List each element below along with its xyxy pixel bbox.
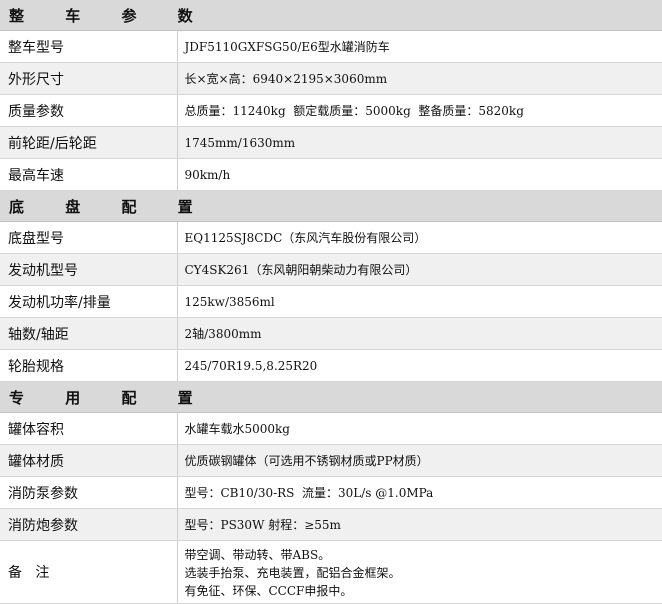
- row-label: 轴数/轴距: [0, 317, 178, 350]
- row-value: 水罐车载水5000kg: [177, 412, 662, 445]
- row-label: 罐体材质: [0, 444, 178, 477]
- row-label: 消防泵参数: [0, 476, 178, 509]
- row-value: 总质量：11240kg 额定载质量：5000kg 整备质量：5820kg: [177, 94, 662, 127]
- notes-label: 备 注: [0, 540, 178, 604]
- section-special-header: 专 用 配 置: [0, 381, 662, 413]
- row-value: 90km/h: [177, 158, 662, 191]
- table-row: 前轮距/后轮距 1745mm/1630mm: [0, 126, 662, 159]
- section-title-special: 专 用 配 置: [0, 381, 662, 413]
- row-value: 125kw/3856ml: [177, 285, 662, 318]
- row-label: 发动机功率/排量: [0, 285, 178, 318]
- table-row: 消防炮参数 型号：PS30W 射程：≥55m: [0, 508, 662, 541]
- row-label: 底盘型号: [0, 221, 178, 254]
- note-line: 有免征、环保、CCCF申报中。: [184, 584, 353, 598]
- row-value: JDF5110GXFSG50/E6型水罐消防车: [177, 30, 662, 63]
- table-row: 罐体容积 水罐车载水5000kg: [0, 412, 662, 445]
- table-row: 最高车速 90km/h: [0, 158, 662, 191]
- row-label: 最高车速: [0, 158, 178, 191]
- note-line: 带空调、带动转、带ABS。: [184, 548, 331, 562]
- section-vehicle-header: 整 车 参 数: [0, 0, 662, 31]
- table-row: 整车型号 JDF5110GXFSG50/E6型水罐消防车: [0, 30, 662, 63]
- row-value: CY4SK261（东风朝阳朝柴动力有限公司）: [177, 253, 662, 286]
- section-title-chassis: 底 盘 配 置: [0, 190, 662, 222]
- note-line: 选装手抬泵、充电装置，配铝合金框架。: [184, 566, 401, 580]
- table-row: 外形尺寸 长×宽×高：6940×2195×3060mm: [0, 62, 662, 95]
- table-row: 轮胎规格 245/70R19.5,8.25R20: [0, 349, 662, 382]
- row-value: 优质碳钢罐体（可选用不锈钢材质或PP材质）: [177, 444, 662, 477]
- row-value: 1745mm/1630mm: [177, 126, 662, 159]
- table-row: 发动机功率/排量 125kw/3856ml: [0, 285, 662, 318]
- row-label: 罐体容积: [0, 412, 178, 445]
- row-label: 外形尺寸: [0, 62, 178, 95]
- row-value: 型号：CB10/30-RS 流量：30L/s @1.0MPa: [177, 476, 662, 509]
- section-chassis-header: 底 盘 配 置: [0, 190, 662, 222]
- row-label: 前轮距/后轮距: [0, 126, 178, 159]
- row-label: 整车型号: [0, 30, 178, 63]
- row-value: EQ1125SJ8CDC（东风汽车股份有限公司）: [177, 221, 662, 254]
- table-row: 质量参数 总质量：11240kg 额定载质量：5000kg 整备质量：5820k…: [0, 94, 662, 127]
- table-row: 轴数/轴距 2轴/3800mm: [0, 317, 662, 350]
- row-value: 245/70R19.5,8.25R20: [177, 349, 662, 382]
- spec-table: 整 车 参 数 整车型号 JDF5110GXFSG50/E6型水罐消防车 外形尺…: [0, 0, 662, 604]
- row-value: 型号：PS30W 射程：≥55m: [177, 508, 662, 541]
- table-row: 罐体材质 优质碳钢罐体（可选用不锈钢材质或PP材质）: [0, 444, 662, 477]
- row-label: 发动机型号: [0, 253, 178, 286]
- table-row: 底盘型号 EQ1125SJ8CDC（东风汽车股份有限公司）: [0, 221, 662, 254]
- row-label: 质量参数: [0, 94, 178, 127]
- table-row: 发动机型号 CY4SK261（东风朝阳朝柴动力有限公司）: [0, 253, 662, 286]
- row-label: 轮胎规格: [0, 349, 178, 382]
- row-value: 2轴/3800mm: [177, 317, 662, 350]
- section-title-vehicle: 整 车 参 数: [0, 0, 662, 31]
- table-row: 消防泵参数 型号：CB10/30-RS 流量：30L/s @1.0MPa: [0, 476, 662, 509]
- row-label: 消防炮参数: [0, 508, 178, 541]
- notes-row: 备 注 带空调、带动转、带ABS。 选装手抬泵、充电装置，配铝合金框架。 有免征…: [0, 540, 662, 604]
- notes-value: 带空调、带动转、带ABS。 选装手抬泵、充电装置，配铝合金框架。 有免征、环保、…: [177, 540, 662, 604]
- row-value: 长×宽×高：6940×2195×3060mm: [177, 62, 662, 95]
